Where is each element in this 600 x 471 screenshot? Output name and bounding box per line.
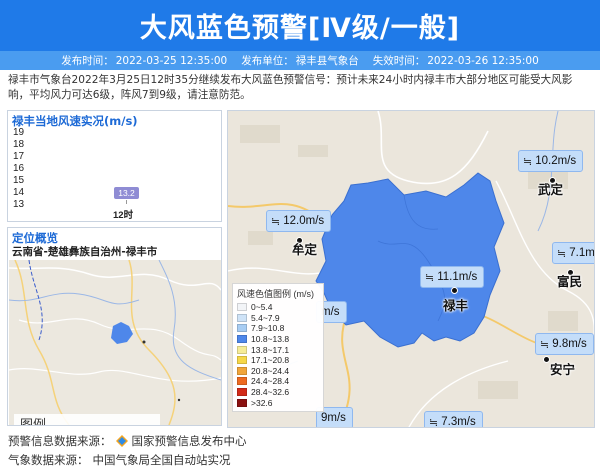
wind-arrow-icon: ≒ [557,247,567,260]
y-tick: 18 [13,139,25,150]
wind-value-label[interactable]: 13.2 [114,187,139,199]
wind-arrow-icon: ≒ [271,215,281,228]
city-label[interactable]: 安宁 [550,359,575,378]
warning-description: 禄丰市气象台2022年3月25日12时35分继续发布大风蓝色预警信号：预计未来2… [8,74,573,101]
legend-title: 图例 [20,414,46,425]
wind-legend-title: 风速色值图例 (m/s) [237,289,314,299]
wind-arrow-icon: ≒ [540,338,550,351]
color-swatch [237,324,247,333]
city-label[interactable]: 富民 [557,271,582,290]
expire-time: 失效时间： 2022-03-26 12:35:00 [372,55,539,67]
y-tick: 17 [13,151,25,162]
wind-color-legend: 风速色值图例 (m/s) 0~5.4 5.4~7.9 7.9~10.8 10.8… [232,283,324,412]
minimap-graphic [9,260,221,425]
color-swatch [237,388,247,397]
legend-row: 28.4~32.6 [237,387,319,398]
wind-panel-title: 禄丰当地风速实况(m/s) [12,114,138,128]
weather-source-line: 气象数据来源： 中国气象局全国自动站实况 [8,453,231,467]
y-tick: 15 [13,175,25,186]
legend-row: 13.8~17.1 [237,344,319,355]
warning-center-logo-icon [115,435,128,447]
legend-row: 24.4~28.4 [237,376,319,387]
city-dot [451,287,458,294]
station-wind-badge[interactable]: ≒ 9.8m/s [535,333,594,355]
region-path: 云南省-楚雄彝族自治州-禄丰市 [12,246,158,258]
y-tick: 13 [13,199,25,210]
legend-row: 20.8~24.4 [237,366,319,377]
x-axis-label: 12时 [113,210,134,221]
legend-row: 5.4~7.9 [237,313,319,324]
station-wind-badge[interactable]: ≒ 7.3m/s [424,411,483,428]
issue-time: 发布时间： 2022-03-25 12:35:00 [61,55,228,67]
legend-row: 7.9~10.8 [237,323,319,334]
station-wind-badge[interactable]: ≒ 7.1m/ [552,242,594,264]
overview-minimap[interactable]: 图例 国界 省界 [9,260,221,425]
color-swatch [237,303,247,312]
station-wind-badge[interactable]: ≒ 11.1m/s [420,266,485,288]
wind-arrow-icon: ≒ [523,155,533,168]
weather-source-text: 中国气象局全国自动站实况 [92,453,231,467]
color-swatch [237,335,247,344]
city-label[interactable]: 武定 [538,179,563,198]
warning-source-link[interactable]: 国家预警信息发布中心 [132,433,247,449]
warning-title: 大风蓝色预警[Ⅳ级/一般] [139,13,461,44]
y-tick: 16 [13,163,25,174]
legend-row: 10.8~13.8 [237,334,319,345]
wind-speed-panel: 禄丰当地风速实况(m/s) 19 18 17 16 15 14 13 13.2 … [7,110,222,222]
warning-header: 大风蓝色预警[Ⅳ级/一般] [0,0,600,51]
legend-row: 17.1~20.8 [237,355,319,366]
color-swatch [237,366,247,375]
station-wind-badge[interactable]: ≒ 12.0m/s [266,210,332,232]
warning-main-map[interactable]: ≒ 10.2m/s ≒ 12.0m/s ≒ 7.1m/ ≒ 11.1m/s ≒ … [227,110,595,428]
city-dot [543,356,550,363]
wind-arrow-icon: ≒ [425,271,435,284]
color-swatch [237,313,247,322]
city-label[interactable]: 牟定 [292,239,317,258]
y-tick: 14 [13,187,25,198]
warning-source-line: 预警信息数据来源： 国家预警信息发布中心 [8,433,247,449]
city-label[interactable]: 禄丰 [443,295,468,314]
color-swatch [237,398,247,407]
warning-meta-bar: 发布时间： 2022-03-25 12:35:00 发布单位： 禄丰县气象台 失效时… [0,51,600,70]
color-swatch [237,356,247,365]
legend-row: >32.6 [237,397,319,408]
station-wind-badge[interactable]: ≒ 10.2m/s [518,150,584,172]
wind-arrow-icon: ≒ [429,416,439,428]
minimap-legend: 图例 国界 省界 [14,414,160,425]
y-tick: 19 [13,127,25,138]
legend-row: 0~5.4 [237,302,319,313]
color-swatch [237,345,247,354]
x-axis-tick [126,200,127,204]
color-swatch [237,377,247,386]
issuer: 发布单位： 禄丰县气象台 [241,55,359,67]
location-overview-panel: 定位概览 云南省-楚雄彝族自治州-禄丰市 图例 国界 省界 [7,227,222,426]
